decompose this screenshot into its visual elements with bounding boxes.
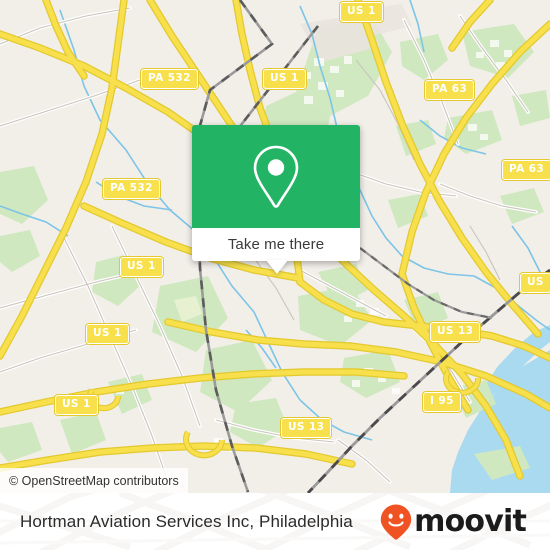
- map-screenshot-root: US 1 PA 532 US 1 PA 63 PA 63 PA 532 US 1…: [0, 0, 550, 550]
- road-shield: PA 532: [141, 69, 198, 89]
- road-shield: US: [520, 273, 550, 293]
- road-shield: US 1: [340, 2, 383, 22]
- map-canvas[interactable]: US 1 PA 532 US 1 PA 63 PA 63 PA 532 US 1…: [0, 0, 550, 493]
- osm-attribution[interactable]: © OpenStreetMap contributors: [0, 468, 188, 493]
- moovit-smiley-pin-icon: [380, 504, 412, 540]
- moovit-brand[interactable]: moovit: [379, 503, 527, 541]
- card-pin-area: [192, 125, 360, 228]
- road-shield: US 13: [430, 322, 481, 342]
- road-shield: US 1: [55, 395, 98, 415]
- place-info-card[interactable]: Take me there: [192, 125, 360, 274]
- place-title: Hortman Aviation Services Inc, Philadelp…: [20, 511, 353, 531]
- road-shield: US 1: [120, 257, 163, 277]
- road-shield: PA 63: [502, 160, 550, 180]
- road-shield: US 1: [263, 69, 306, 89]
- road-shield: PA 63: [425, 80, 475, 100]
- card-pointer-tail: [266, 260, 288, 274]
- road-shield: I 95: [423, 392, 461, 412]
- location-pin-icon: [253, 145, 299, 208]
- road-shield: US 1: [86, 324, 129, 344]
- footer-bar: Hortman Aviation Services Inc, Philadelp…: [0, 493, 550, 550]
- road-shield: PA 532: [103, 179, 160, 199]
- road-shield: US 13: [281, 418, 332, 438]
- moovit-wordmark: moovit: [414, 503, 527, 539]
- take-me-there-button[interactable]: Take me there: [192, 228, 360, 261]
